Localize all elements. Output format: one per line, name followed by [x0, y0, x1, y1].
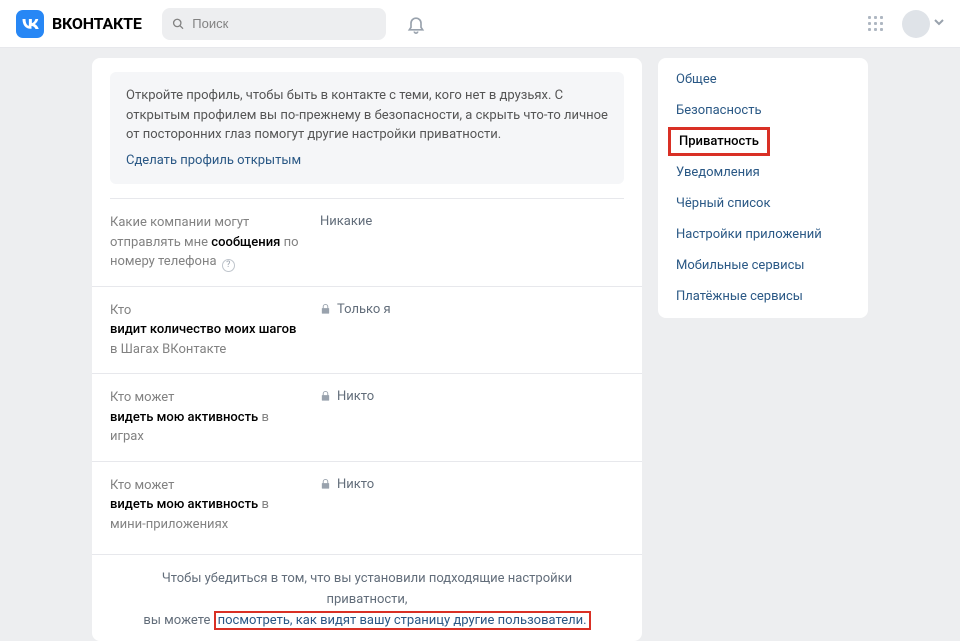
- setting-row: Какие компании могут отправлять мне сооб…: [92, 199, 642, 287]
- setting-row: Кто может видеть мою активность в играх …: [92, 374, 642, 462]
- lock-icon: [320, 303, 331, 319]
- setting-label: Кто видит количество моих шагов в Шагах …: [110, 301, 300, 360]
- search-input[interactable]: [192, 16, 375, 31]
- top-header: ВКОНТАКТЕ: [0, 0, 960, 48]
- search-input-wrap[interactable]: [162, 8, 386, 40]
- setting-label: Кто может видеть мою активность в играх: [110, 388, 300, 447]
- setting-value[interactable]: Никто: [320, 388, 374, 447]
- setting-value[interactable]: Только я: [320, 301, 391, 360]
- settings-panel: Откройте профиль, чтобы быть в контакте …: [92, 58, 642, 641]
- setting-value[interactable]: Никто: [320, 476, 374, 535]
- help-icon[interactable]: ?: [222, 259, 235, 272]
- setting-row: Кто видит количество моих шагов в Шагах …: [92, 287, 642, 375]
- sidebar-item-mobile[interactable]: Мобильные сервисы: [658, 250, 868, 281]
- setting-value[interactable]: Никакие: [320, 213, 372, 272]
- sidebar-item-notifications[interactable]: Уведомления: [658, 157, 868, 188]
- sidebar-item-blacklist[interactable]: Чёрный список: [658, 188, 868, 219]
- sidebar-item-app-settings[interactable]: Настройки приложений: [658, 219, 868, 250]
- sidebar-item-security[interactable]: Безопасность: [658, 95, 868, 126]
- lock-icon: [320, 390, 331, 406]
- view-as-others-link[interactable]: посмотреть, как видят вашу страницу друг…: [218, 613, 587, 628]
- setting-label: Кто может видеть мою активность в мини-п…: [110, 476, 300, 535]
- sidebar-item-general[interactable]: Общее: [658, 64, 868, 95]
- brand-text: ВКОНТАКТЕ: [52, 14, 142, 33]
- apps-grid-icon[interactable]: [868, 16, 884, 32]
- footer-hint: Чтобы убедиться в том, что вы установили…: [92, 554, 642, 641]
- lock-icon: [320, 478, 331, 494]
- settings-sidebar: Общее Безопасность Приватность Уведомлен…: [658, 58, 868, 318]
- bell-icon: [406, 14, 426, 34]
- infobox-text: Откройте профиль, чтобы быть в контакте …: [126, 88, 608, 142]
- setting-label: Какие компании могут отправлять мне сооб…: [110, 213, 300, 272]
- vk-logo-icon: [16, 10, 44, 38]
- search-icon: [172, 17, 185, 31]
- sidebar-item-privacy[interactable]: Приватность: [679, 134, 759, 149]
- chevron-down-icon[interactable]: [934, 16, 944, 31]
- notifications-button[interactable]: [406, 14, 426, 34]
- setting-row: Кто может видеть мою активность в мини-п…: [92, 462, 642, 549]
- sidebar-item-payments[interactable]: Платёжные сервисы: [658, 281, 868, 312]
- avatar[interactable]: [902, 10, 930, 38]
- open-profile-infobox: Откройте профиль, чтобы быть в контакте …: [110, 72, 624, 184]
- logo[interactable]: ВКОНТАКТЕ: [16, 10, 142, 38]
- make-profile-open-link[interactable]: Сделать профиль открытым: [126, 151, 301, 171]
